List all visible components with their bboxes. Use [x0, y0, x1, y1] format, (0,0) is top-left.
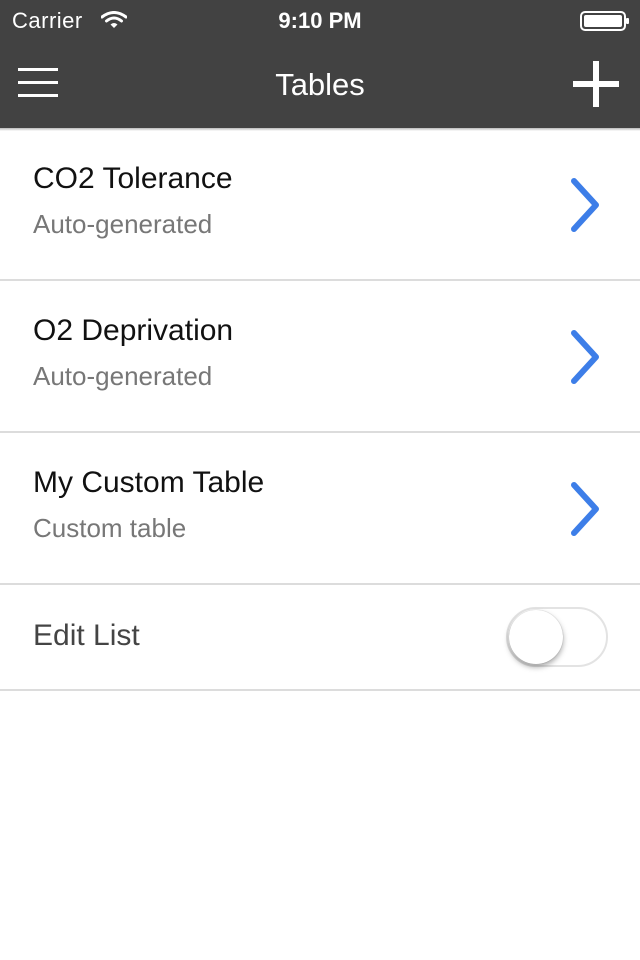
edit-list-row: Edit List	[0, 585, 640, 691]
page-title: Tables	[275, 67, 365, 102]
add-table-button[interactable]	[568, 56, 624, 112]
plus-icon	[573, 61, 619, 107]
list-item-my-custom-table[interactable]: My Custom Table Custom table	[0, 433, 640, 585]
battery-icon	[580, 11, 629, 31]
list-item-subtitle: Auto-generated	[33, 361, 213, 391]
list-item-title: My Custom Table	[33, 466, 265, 499]
list-item-title: O2 Deprivation	[33, 314, 234, 347]
list-item-co2-tolerance[interactable]: CO2 Tolerance Auto-generated	[0, 129, 640, 281]
header: Carrier 9:10 PM Tables	[0, 0, 640, 128]
list-item-subtitle: Custom table	[33, 513, 187, 543]
list-item-title: CO2 Tolerance	[33, 162, 233, 195]
edit-list-toggle[interactable]	[506, 607, 608, 667]
tables-list: CO2 Tolerance Auto-generated O2 Deprivat…	[0, 129, 640, 691]
chevron-right-icon	[571, 178, 599, 232]
chevron-right-icon	[571, 330, 599, 384]
status-bar: Carrier 9:10 PM	[0, 0, 640, 40]
toggle-knob	[509, 610, 563, 664]
chevron-right-icon	[571, 482, 599, 536]
nav-bar: Tables	[0, 40, 640, 128]
list-item-o2-deprivation[interactable]: O2 Deprivation Auto-generated	[0, 281, 640, 433]
status-time: 9:10 PM	[278, 8, 362, 33]
edit-list-label: Edit List	[33, 619, 140, 652]
list-item-subtitle: Auto-generated	[33, 209, 213, 239]
